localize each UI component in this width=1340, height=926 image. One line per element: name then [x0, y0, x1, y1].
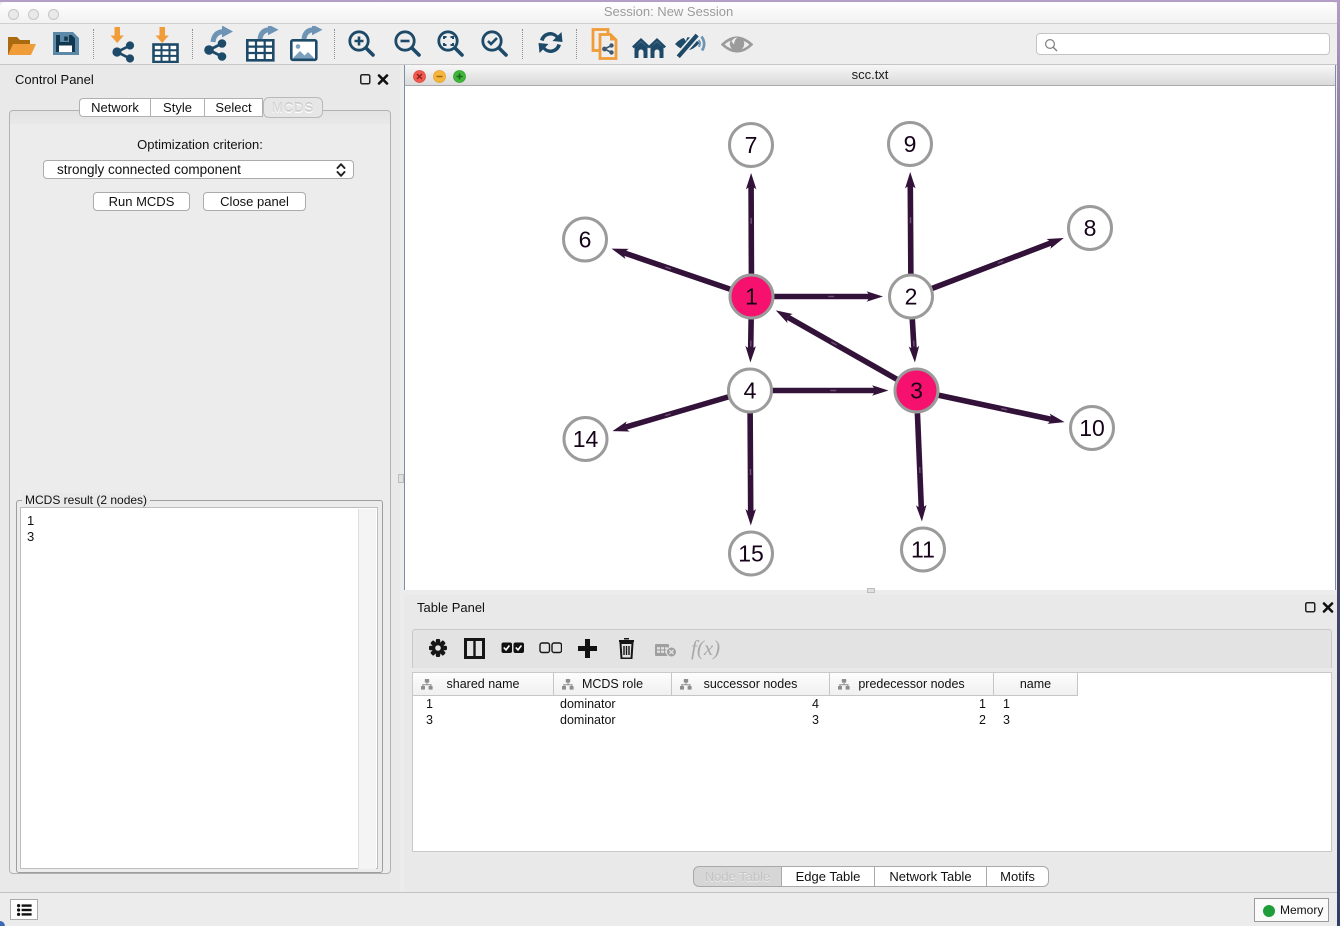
- svg-text:1: 1: [745, 284, 758, 310]
- svg-text:8: 8: [1084, 215, 1097, 241]
- svg-text:4: 4: [744, 378, 757, 404]
- svg-text:15: 15: [738, 541, 764, 567]
- svg-text:9: 9: [904, 131, 917, 157]
- svg-text:7: 7: [745, 132, 758, 158]
- svg-text:10: 10: [1079, 415, 1105, 441]
- svg-text:6: 6: [579, 227, 592, 253]
- svg-text:11: 11: [911, 537, 935, 563]
- svg-text:2: 2: [905, 284, 918, 310]
- svg-text:14: 14: [573, 426, 599, 452]
- svg-text:3: 3: [910, 378, 923, 404]
